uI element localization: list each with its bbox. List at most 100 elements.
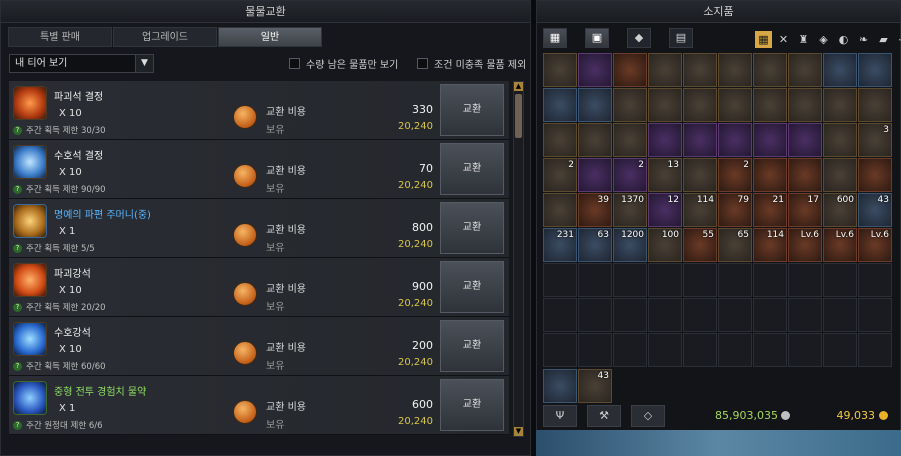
inventory-slot[interactable] [543, 193, 577, 227]
inventory-slot[interactable] [683, 158, 717, 192]
help-icon[interactable]: ? [13, 361, 22, 371]
gem-filter-icon[interactable]: ◈ [815, 31, 832, 48]
inventory-slot[interactable] [578, 123, 612, 157]
inventory-slot[interactable]: 231 [543, 228, 577, 262]
inventory-slot[interactable] [613, 88, 647, 122]
inventory-slot-empty[interactable] [578, 263, 612, 297]
inventory-slot-empty[interactable] [648, 298, 682, 332]
tab-special-sale[interactable]: 특별 판매 [8, 27, 112, 47]
card-filter-icon[interactable]: ▰ [875, 31, 892, 48]
inventory-slot[interactable]: Lv.6 [788, 228, 822, 262]
inventory-slot[interactable] [648, 53, 682, 87]
inventory-slot[interactable] [753, 158, 787, 192]
inventory-slot[interactable]: 3 [858, 123, 892, 157]
inventory-slot-empty[interactable] [823, 333, 857, 367]
inventory-slot-empty[interactable] [543, 263, 577, 297]
inventory-slot[interactable] [718, 123, 752, 157]
exchange-button[interactable]: 교환 [440, 261, 504, 313]
more-filter-icon[interactable]: ⋯ [895, 31, 901, 48]
inventory-slot[interactable] [648, 88, 682, 122]
sword-filter-icon[interactable]: ✕ [775, 31, 792, 48]
inventory-slot[interactable] [718, 53, 752, 87]
inventory-slot[interactable] [823, 158, 857, 192]
inventory-slot-empty[interactable] [613, 333, 647, 367]
inventory-slot[interactable]: 114 [683, 193, 717, 227]
inventory-slot[interactable]: 114 [753, 228, 787, 262]
remaining-only-checkbox[interactable]: 수량 남은 물품만 보기 [289, 56, 398, 71]
inventory-slot[interactable]: 12 [648, 193, 682, 227]
leaf-filter-icon[interactable]: ❧ [855, 31, 872, 48]
inventory-slot-empty[interactable] [788, 298, 822, 332]
inventory-slot[interactable] [543, 88, 577, 122]
inventory-slot-empty[interactable] [648, 263, 682, 297]
inventory-slot-empty[interactable] [788, 333, 822, 367]
inventory-slot-empty[interactable] [578, 298, 612, 332]
inventory-slot-empty[interactable] [683, 298, 717, 332]
tier-filter-select[interactable]: 내 티어 보기 ▼ [9, 54, 154, 73]
diamond-icon[interactable]: ◇ [631, 405, 665, 427]
inventory-slot[interactable] [753, 88, 787, 122]
inventory-slot[interactable] [578, 53, 612, 87]
inventory-slot[interactable]: 2 [613, 158, 647, 192]
exchange-button[interactable]: 교환 [440, 202, 504, 254]
inventory-slot[interactable] [858, 88, 892, 122]
inventory-slot-empty[interactable] [753, 333, 787, 367]
inventory-slot[interactable] [578, 88, 612, 122]
inventory-slot[interactable]: 65 [718, 228, 752, 262]
help-icon[interactable]: ? [13, 420, 22, 430]
scroll-down-icon[interactable]: ▼ [514, 427, 523, 436]
inventory-slot[interactable]: 2 [718, 158, 752, 192]
inventory-slot[interactable]: 13 [648, 158, 682, 192]
help-icon[interactable]: ? [13, 243, 22, 253]
armor-filter-icon[interactable]: ♜ [795, 31, 812, 48]
exchange-button[interactable]: 교환 [440, 320, 504, 372]
mount-icon[interactable]: ◆ [627, 28, 651, 48]
inventory-slot[interactable]: 100 [648, 228, 682, 262]
inventory-slot[interactable]: 39 [578, 193, 612, 227]
inventory-slot[interactable] [823, 123, 857, 157]
help-icon[interactable]: ? [13, 302, 22, 312]
tab-upgrade[interactable]: 업그레이드 [113, 27, 217, 47]
inventory-slot-empty[interactable] [683, 333, 717, 367]
inventory-slot-empty[interactable] [788, 263, 822, 297]
help-icon[interactable]: ? [13, 184, 22, 194]
inventory-slot-empty[interactable] [648, 333, 682, 367]
checkbox-box[interactable] [417, 58, 428, 69]
inventory-slot-empty[interactable] [543, 298, 577, 332]
exclude-unmet-checkbox[interactable]: 조건 미충족 물품 제외 [417, 56, 526, 71]
inventory-slot[interactable] [753, 123, 787, 157]
inventory-slot-empty[interactable] [613, 298, 647, 332]
inventory-slot[interactable] [613, 123, 647, 157]
inventory-slot[interactable] [648, 123, 682, 157]
inventory-slot-empty[interactable] [823, 263, 857, 297]
inventory-slot[interactable]: 21 [753, 193, 787, 227]
inventory-slot[interactable]: 1200 [613, 228, 647, 262]
inventory-slot-empty[interactable] [578, 333, 612, 367]
inventory-slot[interactable] [823, 88, 857, 122]
inventory-slot[interactable] [823, 53, 857, 87]
book-icon[interactable]: ▤ [669, 28, 693, 48]
inventory-slot[interactable] [613, 53, 647, 87]
all-filter-icon[interactable]: ▦ [755, 31, 772, 48]
inventory-slot-empty[interactable] [753, 298, 787, 332]
inventory-slot[interactable]: Lv.6 [823, 228, 857, 262]
inventory-slot[interactable]: 1370 [613, 193, 647, 227]
inventory-slot[interactable] [858, 53, 892, 87]
inventory-slot[interactable]: 2 [543, 158, 577, 192]
inventory-slot[interactable] [543, 53, 577, 87]
grid-view-icon[interactable]: ▦ [543, 28, 567, 48]
inventory-slot-empty[interactable] [543, 333, 577, 367]
inventory-slot-empty[interactable] [823, 298, 857, 332]
inventory-slot[interactable] [788, 53, 822, 87]
inventory-slot[interactable]: 55 [683, 228, 717, 262]
inventory-slot[interactable]: 63 [578, 228, 612, 262]
inventory-slot-empty[interactable] [858, 263, 892, 297]
inventory-slot-empty[interactable] [753, 263, 787, 297]
checkbox-box[interactable] [289, 58, 300, 69]
inventory-slot[interactable] [788, 123, 822, 157]
inventory-slot[interactable]: 79 [718, 193, 752, 227]
inventory-slot[interactable] [683, 88, 717, 122]
inventory-slot[interactable] [718, 88, 752, 122]
chevron-down-icon[interactable]: ▼ [135, 55, 153, 72]
inventory-slot[interactable] [788, 158, 822, 192]
